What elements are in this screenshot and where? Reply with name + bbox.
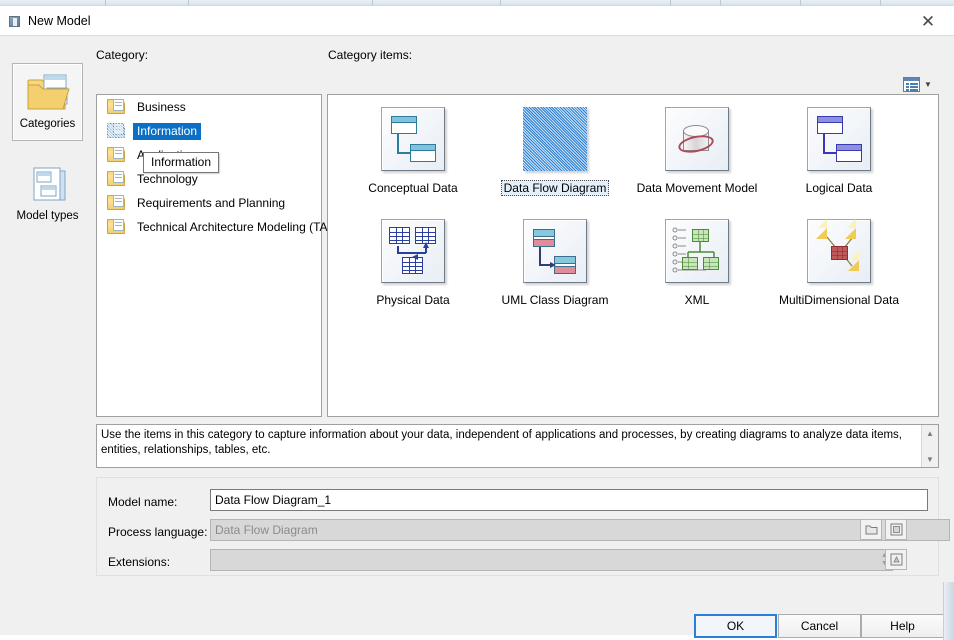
sidebar-item-categories[interactable]: Categories xyxy=(12,63,83,141)
category-items-label: Category items: xyxy=(328,48,413,62)
category-item-label: Requirements and Planning xyxy=(137,195,286,210)
item-label: Physical Data xyxy=(376,293,450,307)
view-mode-button[interactable]: ▼ xyxy=(903,74,939,94)
folder-icon xyxy=(107,219,126,235)
folder-icon xyxy=(107,195,126,211)
logical-data-icon xyxy=(807,107,871,171)
stacked-pages-icon xyxy=(33,167,65,201)
category-item-label: Technology xyxy=(137,171,198,186)
item-label: UML Class Diagram xyxy=(501,293,609,307)
list-view-icon xyxy=(903,76,920,92)
item-label: Conceptual Data xyxy=(368,181,458,195)
model-name-input[interactable]: Data Flow Diagram_1 xyxy=(210,489,928,511)
category-item-xml[interactable]: XML xyxy=(626,213,768,325)
data-movement-model-icon xyxy=(665,107,729,171)
category-item-technical-architecture-modeling[interactable]: Technical Architecture Modeling (TAM) xyxy=(97,215,342,239)
category-item-data-flow-diagram[interactable]: Data Flow Diagram xyxy=(484,101,626,213)
cancel-button[interactable]: Cancel xyxy=(778,614,861,638)
folder-icon xyxy=(107,171,126,187)
folder-icon xyxy=(107,123,126,139)
tooltip: Information xyxy=(143,152,220,173)
language-properties-button[interactable] xyxy=(885,519,907,540)
category-item-logical-data[interactable]: Logical Data xyxy=(768,101,910,213)
category-item-data-movement-model[interactable]: Data Movement Model xyxy=(626,101,768,213)
process-language-label: Process language: xyxy=(108,525,208,539)
folder-icon xyxy=(107,147,126,163)
close-icon[interactable]: ✕ xyxy=(910,10,946,32)
chevron-down-icon: ▼ xyxy=(924,79,932,89)
sidebar-item-categories-label: Categories xyxy=(19,118,76,130)
item-label: MultiDimensional Data xyxy=(778,293,900,307)
description-scrollbar[interactable]: ▲ ▼ xyxy=(921,425,938,467)
category-list[interactable]: Business Information Application Technol… xyxy=(96,94,342,417)
xml-icon xyxy=(665,219,729,283)
folder-pages-icon xyxy=(27,74,70,110)
category-description-box: Use the items in this category to captur… xyxy=(96,424,939,468)
category-item-conceptual-data[interactable]: Conceptual Data xyxy=(342,101,484,213)
category-item-physical-data[interactable]: Physical Data xyxy=(342,213,484,325)
item-label: Data Flow Diagram xyxy=(500,180,610,196)
multidimensional-data-icon xyxy=(807,219,871,283)
browse-language-button[interactable] xyxy=(860,519,882,540)
category-item-uml-class-diagram[interactable]: UML Class Diagram xyxy=(484,213,626,325)
extensions-properties-button[interactable] xyxy=(885,549,907,570)
scroll-up-icon[interactable]: ▲ xyxy=(922,425,938,441)
category-description-text: Use the items in this category to captur… xyxy=(101,429,902,456)
extensions-input[interactable]: ▲ ▼ xyxy=(210,549,893,571)
dialog-titlebar: New Model ✕ xyxy=(0,6,954,35)
category-item-requirements-and-planning[interactable]: Requirements and Planning xyxy=(97,191,321,215)
model-settings-group: Model name: Data Flow Diagram_1 Process … xyxy=(96,477,950,576)
folder-open-icon xyxy=(865,525,877,534)
category-items-list[interactable]: Conceptual Data Data Flow Diagram Data M… xyxy=(327,94,939,417)
sidebar-item-model-types[interactable]: Model types xyxy=(12,156,83,234)
new-model-dialog: New Model ✕ Categories Model types Categ… xyxy=(0,6,954,640)
dialog-title: New Model xyxy=(28,14,91,28)
page-properties-icon xyxy=(890,523,902,536)
category-item-information[interactable]: Information xyxy=(97,119,321,143)
item-label: Logical Data xyxy=(805,181,873,195)
folder-icon xyxy=(107,99,126,115)
scroll-down-icon[interactable]: ▼ xyxy=(922,451,938,467)
item-label: Data Movement Model xyxy=(636,181,758,195)
process-language-select[interactable]: Data Flow Diagram xyxy=(210,519,950,541)
conceptual-data-icon xyxy=(381,107,445,171)
item-label: XML xyxy=(684,293,710,307)
extension-properties-icon xyxy=(890,553,902,566)
background-window-scrollbar-edge xyxy=(943,582,954,640)
extensions-label: Extensions: xyxy=(108,555,171,569)
category-item-label: Technical Architecture Modeling (TAM) xyxy=(137,219,342,234)
physical-data-icon xyxy=(381,219,445,283)
category-item-label: Business xyxy=(137,99,186,114)
help-button[interactable]: Help xyxy=(861,614,944,638)
dialog-body: Categories Model types Category: Categor… xyxy=(0,35,954,635)
category-item-label: Information xyxy=(133,122,202,140)
ok-button[interactable]: OK xyxy=(694,614,777,638)
uml-class-diagram-icon xyxy=(523,219,587,283)
category-item-multidimensional-data[interactable]: MultiDimensional Data xyxy=(768,213,910,325)
data-flow-diagram-icon xyxy=(523,107,587,171)
window-icon xyxy=(9,16,20,27)
sidebar-item-model-types-label: Model types xyxy=(16,210,79,222)
category-label: Category: xyxy=(96,48,149,62)
sidebar: Categories Model types xyxy=(0,36,95,596)
model-name-label: Model name: xyxy=(108,495,178,509)
category-item-business[interactable]: Business xyxy=(97,95,321,119)
